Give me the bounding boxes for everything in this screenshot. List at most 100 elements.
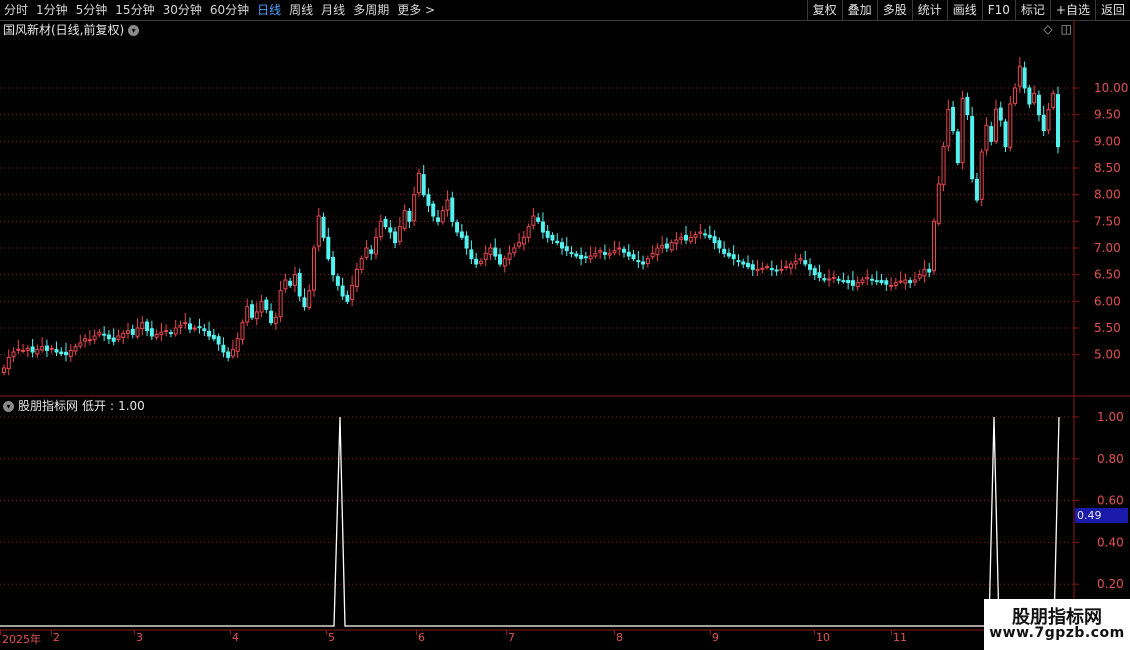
candle-body — [140, 322, 145, 330]
candle-body — [521, 236, 526, 245]
candle-body — [1041, 114, 1046, 132]
candle-body — [502, 258, 507, 267]
date-tick — [891, 630, 892, 635]
candle-body — [526, 226, 531, 238]
date-label: 10 — [816, 631, 830, 644]
stock-title[interactable]: 国风新材(日线,前复权) — [3, 22, 124, 38]
candle-body — [765, 266, 770, 269]
candle-body — [202, 328, 207, 332]
candle-body — [564, 246, 569, 252]
chevron-down-icon[interactable]: ▾ — [128, 24, 140, 36]
candle-body — [698, 231, 703, 234]
candle-body — [106, 334, 111, 340]
candle-body — [68, 349, 73, 358]
main-chart-corner: ◇ ◫ — [1043, 22, 1072, 36]
candle-body — [932, 220, 936, 272]
candle-body — [669, 242, 674, 251]
candle-body — [40, 346, 45, 351]
y-tick-label: 6.50 — [1094, 268, 1121, 282]
candle-body — [273, 316, 278, 324]
candle-body — [54, 349, 59, 353]
candle-body — [388, 227, 393, 233]
candle-body — [693, 234, 698, 238]
indicator-source[interactable]: 股朋指标网 — [18, 398, 78, 414]
candle-body — [207, 330, 212, 337]
indicator-line — [0, 416, 1060, 627]
candle-body — [674, 239, 679, 244]
candle-body — [97, 331, 102, 336]
candle-body — [650, 252, 655, 258]
candle-body — [750, 264, 755, 270]
candle-body — [960, 98, 965, 164]
candle-body — [846, 279, 851, 284]
candle-body — [731, 254, 736, 260]
candle-body — [760, 267, 765, 270]
candle-body — [383, 218, 388, 228]
candle-body — [717, 240, 722, 249]
y-tick-label: 10.00 — [1094, 81, 1128, 95]
candle-body — [974, 178, 979, 201]
candle-body — [903, 279, 908, 284]
candle-body — [822, 278, 827, 281]
candle-body — [574, 253, 579, 257]
candle-body — [254, 311, 259, 320]
candle-body — [154, 333, 159, 338]
candle-body — [1051, 92, 1056, 108]
candle-body — [688, 236, 693, 242]
candle-body — [230, 348, 235, 357]
candle-body — [431, 203, 436, 217]
indicator-name: 低开 — [82, 399, 107, 413]
candle-body — [741, 261, 746, 265]
candle-body — [345, 294, 350, 302]
candle-body — [16, 348, 21, 351]
candle-body — [927, 268, 932, 273]
candle-body — [583, 256, 588, 259]
candle-body — [879, 279, 884, 284]
candle-body — [827, 278, 832, 281]
candle-body — [517, 242, 522, 247]
candle-body — [779, 268, 784, 271]
candle-body — [116, 335, 121, 340]
candle-body — [426, 194, 431, 206]
candle-body — [87, 339, 92, 342]
chevron-down-icon[interactable]: ▾ — [3, 400, 14, 412]
candle-body — [607, 252, 612, 256]
candle-body — [1056, 94, 1060, 148]
candle-body — [684, 234, 688, 241]
candle-body — [183, 322, 188, 325]
candle-body — [707, 234, 712, 238]
watermark-url: www.7gpzb.com — [989, 625, 1125, 641]
candle-body — [979, 151, 984, 200]
candle-body — [908, 280, 913, 284]
candle-body — [407, 210, 412, 222]
y-tick-label: 7.00 — [1094, 241, 1121, 255]
candle-body — [512, 247, 517, 254]
indicator-value: 1.00 — [118, 399, 145, 413]
candle-body — [335, 276, 340, 286]
candle-body — [645, 258, 650, 264]
candle-body — [288, 280, 293, 286]
candle-body — [998, 107, 1003, 121]
candle-body — [488, 247, 493, 256]
candle-body — [889, 284, 894, 287]
candle-body — [545, 230, 550, 238]
candle-body — [855, 282, 860, 288]
candle-body — [21, 349, 26, 352]
candle-body — [111, 337, 116, 342]
panel-toggle-icon[interactable]: ◫ — [1061, 22, 1072, 36]
candle-body — [455, 222, 460, 233]
chart-canvas[interactable]: 10.00 9.50 9.00 8.50 8.00 7.50 7.00 6.50 6.00 5.5… — [0, 0, 1130, 650]
candle-body — [250, 304, 254, 318]
candle-body — [340, 285, 345, 297]
candle-body — [631, 254, 636, 260]
date-axis: 2025年 2 3 4 5 6 7 8 9 10 11 — [0, 630, 985, 650]
candle-body — [498, 254, 502, 265]
indicator-tick-label: 0.20 — [1097, 577, 1124, 591]
candle-body — [884, 280, 889, 285]
candle-body — [655, 247, 660, 256]
candle-body — [292, 274, 297, 286]
candle-body — [1017, 66, 1022, 87]
candle-body — [841, 280, 846, 283]
candle-body — [64, 351, 68, 356]
diamond-icon[interactable]: ◇ — [1043, 22, 1052, 36]
